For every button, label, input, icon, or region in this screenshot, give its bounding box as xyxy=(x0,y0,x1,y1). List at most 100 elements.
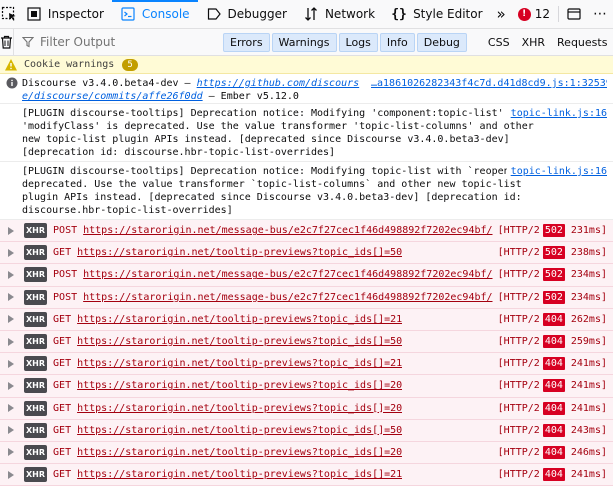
message-text-part: Discourse v3.4.0.beta4-dev — xyxy=(22,78,197,89)
request-duration: 243ms] xyxy=(570,424,607,436)
network-request-row[interactable]: XHR GET https://starorigin.net/tooltip-p… xyxy=(0,242,613,265)
filter-debug-button[interactable]: Debug xyxy=(416,32,467,52)
request-url[interactable]: https://starorigin.net/tooltip-previews?… xyxy=(77,402,402,415)
request-url[interactable]: https://starorigin.net/tooltip-previews?… xyxy=(77,246,402,259)
network-request-row[interactable]: XHR GET https://starorigin.net/tooltip-p… xyxy=(0,353,613,376)
expand-arrow-icon[interactable] xyxy=(6,381,16,391)
expand-arrow-icon[interactable] xyxy=(6,447,16,457)
request-protocol: [HTTP/2 xyxy=(497,313,540,325)
message-source-link[interactable]: …a1861026282343f4c7d.d41d8cd9.js:1:32539… xyxy=(367,77,607,90)
request-protocol: [HTTP/2 xyxy=(497,291,540,303)
request-protocol: [HTTP/2 xyxy=(497,225,540,237)
network-request-row[interactable]: XHR POST https://starorigin.net/message-… xyxy=(0,286,613,309)
request-method: GET xyxy=(53,446,72,458)
request-url[interactable]: https://starorigin.net/tooltip-previews?… xyxy=(77,379,402,392)
dock-options-button[interactable] xyxy=(561,0,587,29)
request-duration: 241ms] xyxy=(570,380,607,392)
filter-warnings-button[interactable]: Warnings xyxy=(271,32,337,52)
expand-arrow-icon[interactable] xyxy=(6,270,16,280)
clear-console-button[interactable] xyxy=(0,28,14,56)
filter-css-button[interactable]: CSS xyxy=(482,36,516,49)
request-method: GET xyxy=(53,380,72,392)
status-code-badge: 404 xyxy=(542,401,565,415)
expand-arrow-icon[interactable] xyxy=(6,226,16,236)
error-count-button[interactable]: ! 12 xyxy=(512,7,556,21)
expand-arrow-icon[interactable] xyxy=(6,359,16,369)
network-request-row[interactable]: XHR GET https://starorigin.net/tooltip-p… xyxy=(0,375,613,398)
tab-style-editor[interactable]: {} Style Editor xyxy=(383,0,490,28)
info-icon xyxy=(6,77,18,89)
network-request-row[interactable]: XHR GET https://starorigin.net/tooltip-p… xyxy=(0,419,613,442)
ellipsis-icon: ⋯ xyxy=(593,6,607,22)
tab-network[interactable]: Network xyxy=(295,0,383,28)
request-url[interactable]: https://starorigin.net/message-bus/e2c7f… xyxy=(83,291,493,304)
more-options-button[interactable]: ⋯ xyxy=(587,0,613,29)
toolbar-separator xyxy=(558,6,559,22)
xhr-badge: XHR xyxy=(24,223,48,239)
expand-arrow-icon[interactable] xyxy=(6,248,16,258)
request-url[interactable]: https://starorigin.net/tooltip-previews?… xyxy=(77,468,402,481)
tab-label: Debugger xyxy=(227,7,287,21)
request-duration: 241ms] xyxy=(570,469,607,481)
element-picker-button[interactable] xyxy=(0,0,18,28)
console-icon xyxy=(120,6,136,22)
request-url[interactable]: https://starorigin.net/tooltip-previews?… xyxy=(77,357,402,370)
status-code-badge: 404 xyxy=(542,445,565,459)
message-source-link[interactable]: topic-link.js:16 xyxy=(506,107,607,120)
tab-label: Network xyxy=(324,7,376,21)
tab-label: Style Editor xyxy=(413,7,483,21)
trash-icon xyxy=(1,35,12,49)
network-request-row[interactable]: XHR POST https://starorigin.net/message-… xyxy=(0,220,613,243)
request-url[interactable]: https://starorigin.net/tooltip-previews?… xyxy=(77,446,402,459)
more-tools-button[interactable]: » xyxy=(491,0,512,28)
network-icon xyxy=(303,6,319,22)
log-level-filters: Errors Warnings Logs Info Debug xyxy=(222,29,468,56)
filter-logs-button[interactable]: Logs xyxy=(338,32,378,52)
console-output[interactable]: Cookie warnings 5 Discourse v3.4.0.beta4… xyxy=(0,56,613,500)
request-url[interactable]: https://starorigin.net/tooltip-previews?… xyxy=(77,424,402,437)
github-commit-link-cont[interactable]: e/discourse/commits/affe26f0dd xyxy=(22,91,203,102)
xhr-badge: XHR xyxy=(24,444,48,460)
tab-inspector[interactable]: Inspector xyxy=(18,0,112,28)
xhr-badge: XHR xyxy=(24,334,48,350)
request-url[interactable]: https://starorigin.net/tooltip-previews?… xyxy=(77,313,402,326)
request-status: [HTTP/2 404 259ms] xyxy=(498,335,607,349)
expand-arrow-icon[interactable] xyxy=(6,292,16,302)
filter-info-button[interactable]: Info xyxy=(379,32,415,52)
network-request-row[interactable]: XHR GET https://starorigin.net/tooltip-p… xyxy=(0,397,613,420)
network-request-row[interactable]: XHR GET https://starorigin.net/tooltip-p… xyxy=(0,330,613,354)
request-url[interactable]: https://starorigin.net/message-bus/e2c7f… xyxy=(83,224,493,237)
request-url[interactable]: https://starorigin.net/tooltip-previews?… xyxy=(77,335,402,348)
message-text-part: — Ember v5.12.0 xyxy=(202,91,299,102)
filter-output-input[interactable] xyxy=(40,35,210,49)
network-request-row[interactable]: XHR GET https://starorigin.net/tooltip-p… xyxy=(0,441,613,465)
request-protocol: [HTTP/2 xyxy=(497,247,540,259)
network-request-row[interactable]: XHR POST https://starorigin.net/message-… xyxy=(0,264,613,287)
request-duration: 238ms] xyxy=(570,247,607,259)
network-request-row[interactable]: XHR GET https://starorigin.net/tooltip-p… xyxy=(0,308,613,331)
filter-errors-button[interactable]: Errors xyxy=(223,32,270,52)
request-method: GET xyxy=(53,336,72,348)
filter-xhr-button[interactable]: XHR xyxy=(516,36,551,49)
status-code-badge: 404 xyxy=(542,423,565,437)
request-url[interactable]: https://starorigin.net/message-bus/e2c7f… xyxy=(83,268,493,281)
github-commit-link[interactable]: https://github.com/discours xyxy=(197,78,360,89)
network-request-row[interactable]: XHR GET https://starorigin.net/tooltip-p… xyxy=(0,464,613,487)
expand-arrow-icon[interactable] xyxy=(6,337,16,347)
warning-group-cookie[interactable]: Cookie warnings 5 xyxy=(0,56,613,74)
request-status: [HTTP/2 502 234ms] xyxy=(498,268,607,282)
message-source-link[interactable]: topic-link.js:16 xyxy=(506,165,607,178)
xhr-badge: XHR xyxy=(24,400,48,416)
expand-arrow-icon[interactable] xyxy=(6,314,16,324)
tab-debugger[interactable]: Debugger xyxy=(198,0,295,28)
status-code-badge: 502 xyxy=(542,224,565,238)
request-duration: 259ms] xyxy=(570,336,607,348)
request-duration: 234ms] xyxy=(570,291,607,303)
filter-requests-button[interactable]: Requests xyxy=(551,36,613,49)
expand-arrow-icon[interactable] xyxy=(6,470,16,480)
xhr-badge: XHR xyxy=(24,289,48,305)
expand-arrow-icon[interactable] xyxy=(6,403,16,413)
expand-arrow-icon[interactable] xyxy=(6,425,16,435)
tab-console[interactable]: Console xyxy=(111,0,198,28)
request-protocol: [HTTP/2 xyxy=(497,380,540,392)
